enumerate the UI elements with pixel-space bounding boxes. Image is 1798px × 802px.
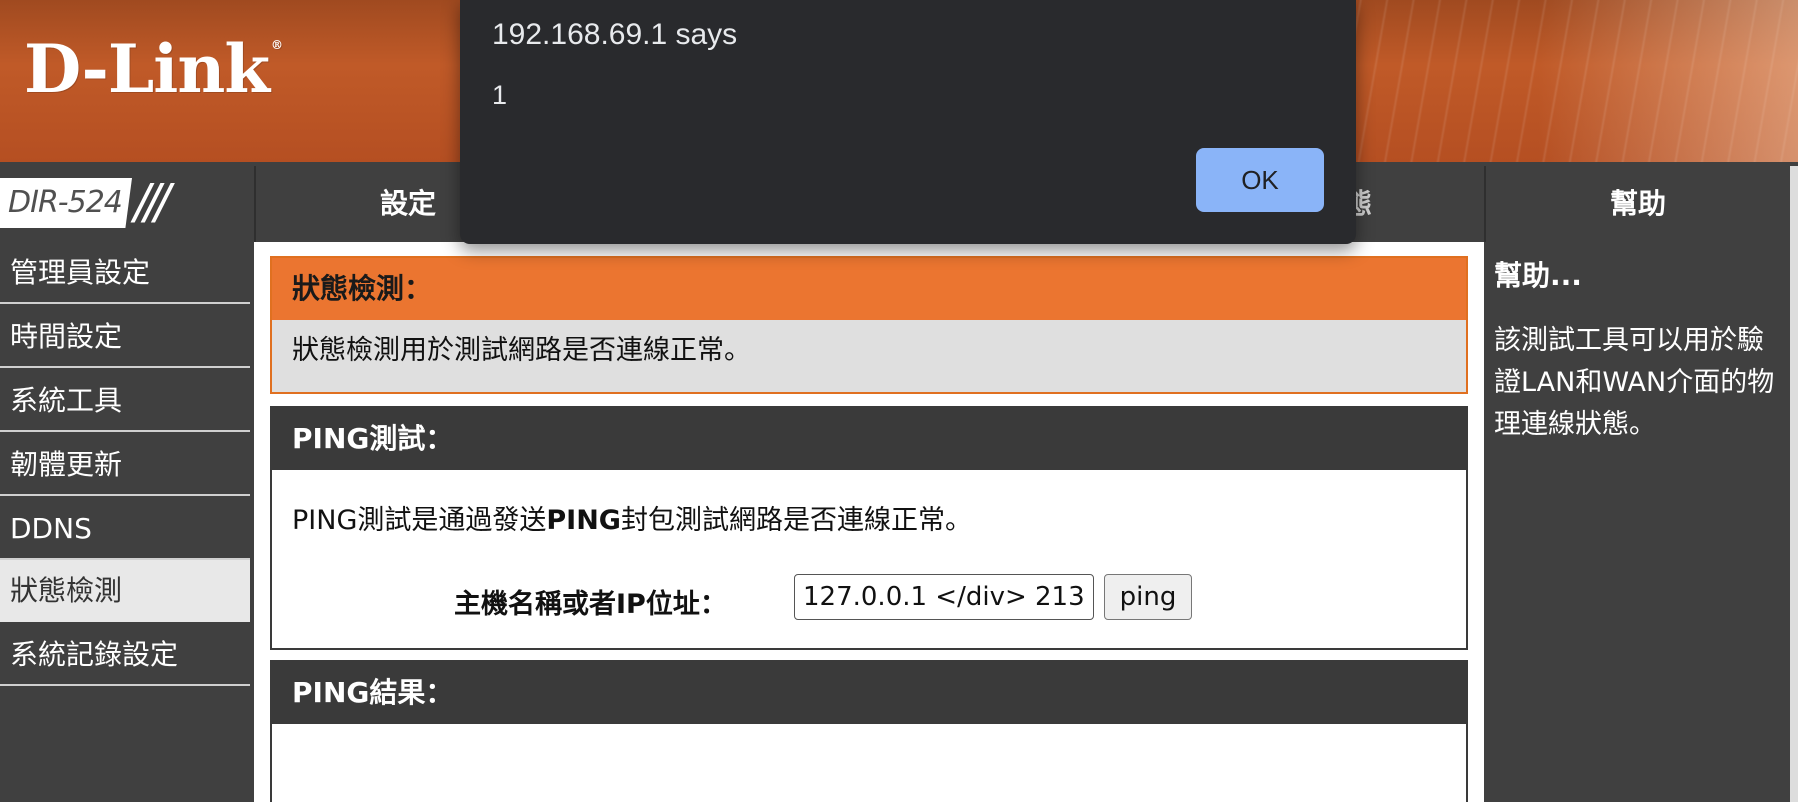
host-input[interactable]	[794, 574, 1094, 620]
ping-description: PING測試是通過發送PING封包測試網路是否連線正常。	[292, 498, 972, 537]
model-name: DIR-524	[0, 178, 132, 228]
sidebar-item-system-tools[interactable]: 系統工具	[0, 370, 250, 432]
page-edge	[1790, 166, 1798, 802]
help-panel: 幫助... 該測試工具可以用於驗證LAN和WAN介面的物理連線狀態。	[1486, 242, 1790, 802]
sidebar-item-firmware[interactable]: 韌體更新	[0, 434, 250, 496]
status-section-title: 狀態檢測：	[272, 258, 1466, 320]
banner-highlight	[1538, 0, 1798, 162]
dialog-title: 192.168.69.1 says	[492, 18, 738, 51]
sidebar-item-diagnostics[interactable]: 狀態檢測	[0, 560, 250, 622]
ping-desc-prefix: PING測試是通過發送	[292, 505, 547, 536]
main-content: 狀態檢測： 狀態檢測用於測試網路是否連線正常。 PING測試： PING測試是通…	[254, 242, 1484, 802]
ping-section: PING測試： PING測試是通過發送PING封包測試網路是否連線正常。 主機名…	[270, 406, 1468, 650]
status-section-description: 狀態檢測用於測試網路是否連線正常。	[292, 335, 751, 366]
alert-dialog: 192.168.69.1 says 1 OK	[460, 0, 1356, 244]
status-section: 狀態檢測： 狀態檢測用於測試網路是否連線正常。	[270, 256, 1468, 394]
ok-button[interactable]: OK	[1196, 148, 1324, 212]
help-text: 該測試工具可以用於驗證LAN和WAN介面的物理連線狀態。	[1494, 325, 1775, 440]
registered-mark: ®	[271, 38, 283, 52]
host-label: 主機名稱或者IP位址：	[454, 589, 727, 620]
ping-desc-bold: PING	[546, 505, 621, 536]
sidebar-item-syslog[interactable]: 系統記錄設定	[0, 624, 250, 686]
router-admin-page: D-Link ® DIR-524 /// 設定 態 幫助 管理員設定 時間設定 系…	[0, 0, 1798, 802]
ping-section-title: PING測試：	[272, 408, 1466, 470]
ping-result-title: PING結果：	[272, 662, 1466, 724]
ping-result-section: PING結果：	[270, 660, 1468, 802]
sidebar: 管理員設定 時間設定 系統工具 韌體更新 DDNS 狀態檢測 系統記錄設定	[0, 242, 252, 802]
help-title: 幫助...	[1494, 259, 1582, 292]
dialog-message: 1	[492, 80, 508, 110]
dlink-logo: D-Link ®	[24, 30, 283, 108]
logo-text: D-Link	[24, 30, 270, 108]
tab-help[interactable]: 幫助	[1484, 166, 1790, 242]
sidebar-item-time[interactable]: 時間設定	[0, 306, 250, 368]
sidebar-item-admin[interactable]: 管理員設定	[0, 242, 250, 304]
sidebar-item-ddns[interactable]: DDNS	[0, 498, 250, 560]
ping-button[interactable]: ping	[1104, 574, 1192, 620]
model-slashes-decoration: ///	[134, 174, 170, 230]
model-badge: DIR-524 ///	[0, 166, 252, 242]
ping-desc-suffix: 封包測試網路是否連線正常。	[620, 505, 972, 536]
